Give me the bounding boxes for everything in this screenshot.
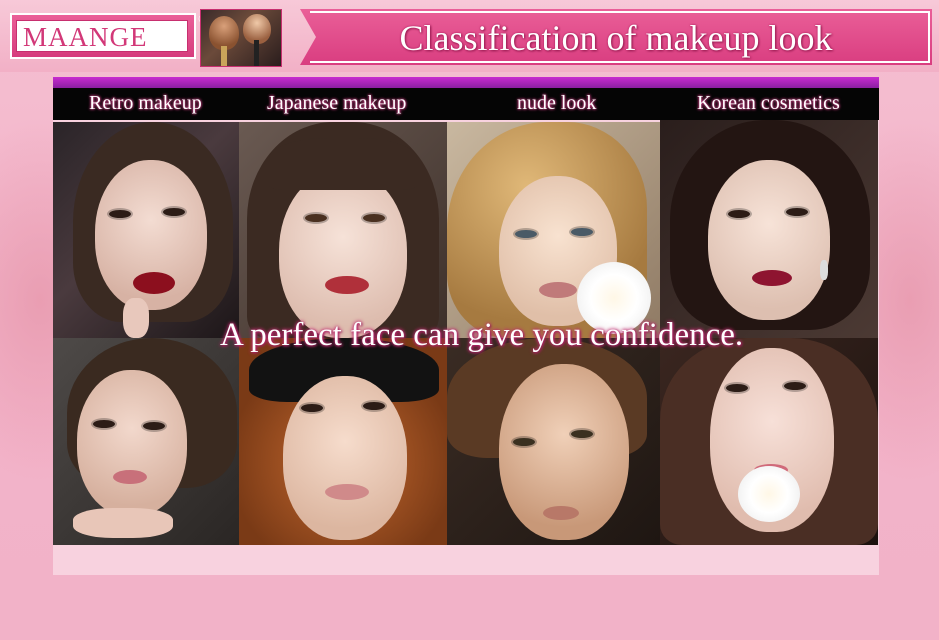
category-retro-makeup: Retro makeup — [89, 92, 202, 114]
title-banner: Classification of makeup look — [300, 9, 932, 65]
brand-name: MAANGE — [23, 22, 148, 52]
photo-korean-cosmetics-1 — [660, 120, 878, 338]
photo-retro-makeup-2 — [53, 338, 239, 545]
brand-logo: MAANGE ® — [10, 11, 208, 59]
page-title: Classification of makeup look — [399, 18, 833, 58]
category-bar: Retro makeup Japanese makeup nude look K… — [53, 88, 879, 120]
category-korean-cosmetics: Korean cosmetics — [697, 92, 840, 114]
makeup-brush-image — [200, 9, 282, 67]
photo-korean-cosmetics-2 — [660, 338, 878, 545]
photo-retro-makeup-1 — [53, 122, 239, 338]
header-banner: MAANGE ® Classification of makeup look — [0, 0, 939, 72]
category-nude-look: nude look — [517, 92, 597, 114]
photo-nude-look-1 — [447, 122, 660, 338]
photo-nude-look-2 — [447, 338, 660, 545]
photo-japanese-makeup-2 — [239, 338, 447, 545]
slogan-text: A perfect face can give you confidence. — [220, 317, 744, 353]
panel-accent-strip — [53, 77, 879, 88]
category-japanese-makeup: Japanese makeup — [267, 92, 407, 114]
photo-japanese-makeup-1 — [239, 122, 447, 338]
